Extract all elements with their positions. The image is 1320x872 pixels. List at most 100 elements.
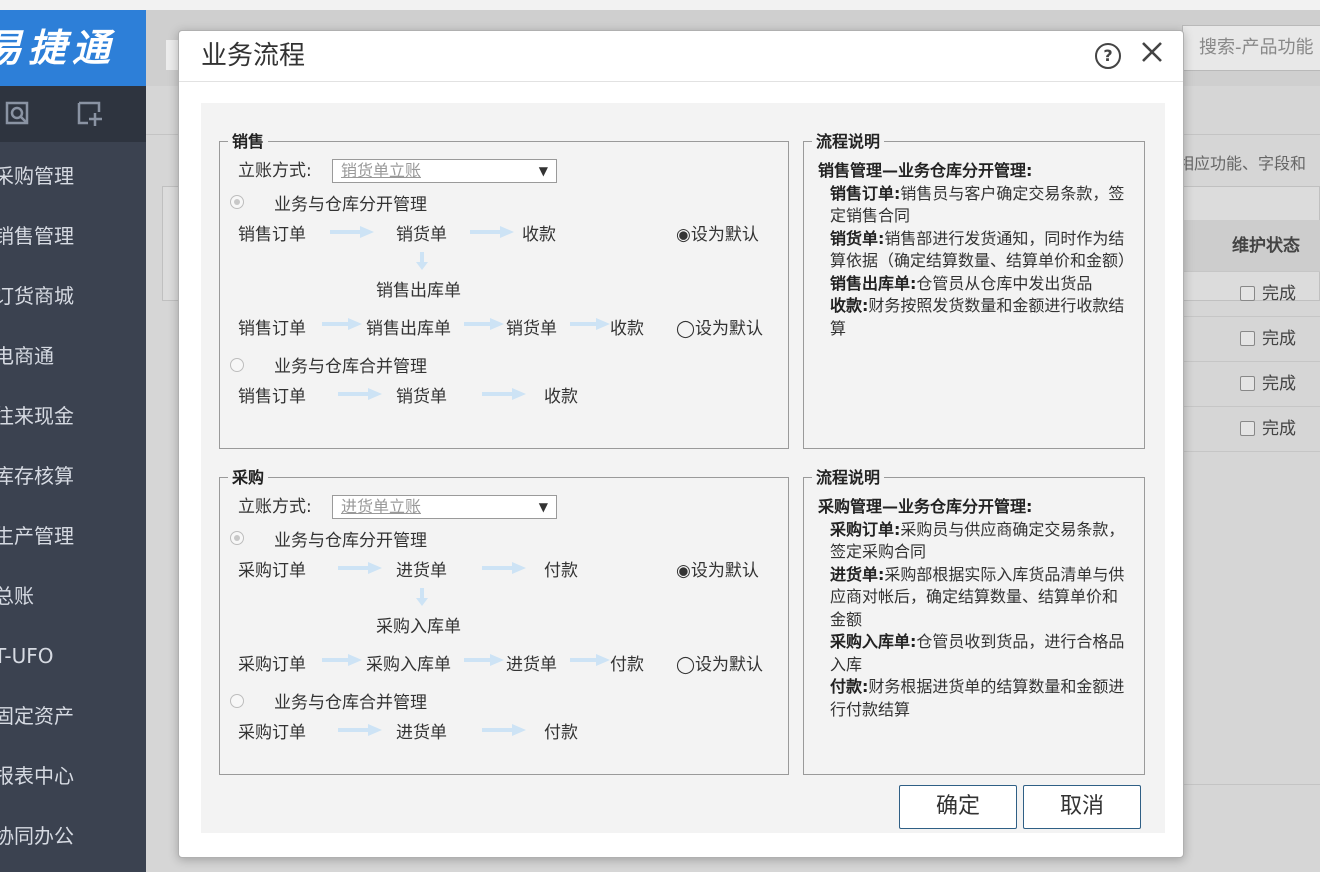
sidebar-item-purchase[interactable]: 采购管理 (0, 146, 146, 206)
title-divider (179, 81, 1183, 82)
search-input[interactable]: 搜索-产品功能 (1182, 25, 1320, 71)
flow-step: 付款 (544, 723, 578, 743)
flow-step: 销货单 (396, 225, 447, 245)
account-mode-label: 立账方式: (238, 497, 312, 517)
status-label: 完成 (1262, 374, 1296, 394)
sidebar-item-production[interactable]: 生产管理 (0, 506, 146, 566)
arrow-icon (570, 318, 610, 330)
add-window-icon[interactable] (76, 100, 104, 128)
account-mode-label: 立账方式: (238, 161, 312, 181)
flow-step: 销货单 (396, 387, 447, 407)
down-arrow-icon (416, 252, 428, 270)
table-header: 维护状态 (1178, 220, 1320, 272)
sidebar-item-ledger[interactable]: 总账 (0, 566, 146, 626)
table-row: 完成 (1178, 317, 1320, 362)
help-icon[interactable]: ? (1095, 43, 1121, 69)
flow-step: 销货单 (506, 319, 557, 339)
status-table: 维护状态 完成 完成 完成 完成 (1178, 220, 1320, 452)
sidebar-menu: 采购管理 销售管理 订货商城 电商通 往来现金 库存核算 生产管理 总账 T-U… (0, 146, 146, 866)
close-icon[interactable] (1137, 37, 1167, 67)
desc-item: 付款:财务根据进货单的结算数量和金额进行付款结算 (830, 677, 1125, 719)
table-row: 完成 (1178, 272, 1320, 317)
option-separate-radio[interactable] (230, 531, 244, 545)
purchase-account-mode-select[interactable]: 进货单立账 ▼ (332, 495, 557, 519)
table-row: 完成 (1178, 407, 1320, 452)
business-flow-dialog: 业务流程 ? 销售 立账方式: 销货单立账 ▼ 业务与仓库分开管理 销售订单 销… (178, 30, 1184, 858)
sidebar-item-order-mall[interactable]: 订货商城 (0, 266, 146, 326)
purchase-legend: 采购 (228, 468, 269, 488)
flow-step: 采购订单 (238, 655, 306, 675)
arrow-icon (464, 654, 504, 666)
flow-step: 收款 (610, 319, 644, 339)
dialog-body: 销售 立账方式: 销货单立账 ▼ 业务与仓库分开管理 销售订单 销货单 收款 ◉… (201, 103, 1165, 833)
flow-step: 销售出库单 (376, 281, 461, 301)
flow-step: 销售订单 (238, 225, 306, 245)
table-row: 完成 (1178, 362, 1320, 407)
arrow-icon (338, 388, 382, 400)
sales-account-mode-select[interactable]: 销货单立账 ▼ (332, 159, 557, 183)
sidebar-item-tufo[interactable]: T-UFO (0, 626, 146, 686)
flow-step: 采购订单 (238, 561, 306, 581)
option-merged-radio[interactable] (230, 358, 244, 372)
purchase-panel: 采购 立账方式: 进货单立账 ▼ 业务与仓库分开管理 采购订单 进货单 付款 ◉… (219, 468, 789, 775)
sales-description: 销售管理—业务仓库分开管理: 销售订单:销售员与客户确定交易条款，签定销售合同 … (818, 160, 1135, 340)
purchase-description-panel: 流程说明 采购管理—业务仓库分开管理: 采购订单:采购员与供应商确定交易条款，签… (803, 468, 1145, 775)
flow-step: 收款 (522, 225, 556, 245)
desc-item: 销售出库单:仓管员从仓库中发出货品 (830, 273, 1093, 293)
arrow-icon (482, 724, 526, 736)
status-checkbox[interactable] (1240, 331, 1255, 346)
arrow-icon (330, 226, 374, 238)
arrow-icon (338, 724, 382, 736)
desc-item: 采购订单:采购员与供应商确定交易条款，签定采购合同 (830, 519, 1125, 562)
option-merged-label: 业务与仓库合并管理 (274, 693, 427, 713)
set-default-radio-2[interactable]: ◯设为默认 (676, 654, 763, 676)
option-separate-label: 业务与仓库分开管理 (274, 195, 427, 215)
option-merged-radio[interactable] (230, 694, 244, 708)
sidebar-item-inventory[interactable]: 库存核算 (0, 446, 146, 506)
set-default-radio-1[interactable]: ◉设为默认 (676, 560, 759, 582)
status-checkbox[interactable] (1240, 376, 1255, 391)
sidebar-item-reports[interactable]: 报表中心 (0, 746, 146, 806)
arrow-icon (464, 318, 504, 330)
sales-legend: 销售 (228, 132, 269, 152)
arrow-icon (470, 226, 514, 238)
hint-text: 相应功能、字段和 (1178, 154, 1307, 173)
flow-step: 付款 (610, 655, 644, 675)
dialog-title: 业务流程 (201, 41, 306, 71)
sidebar-item-cash[interactable]: 往来现金 (0, 386, 146, 446)
desc-item: 销货单:销售部进行发货通知，同时作为结算依据（确定结算数量、结算单价和金额） (830, 228, 1135, 271)
set-default-radio-2[interactable]: ◯设为默认 (676, 318, 763, 340)
sidebar-item-fixed-assets[interactable]: 固定资产 (0, 686, 146, 746)
arrow-icon (322, 654, 362, 666)
search-window-icon[interactable] (4, 100, 32, 128)
cancel-button[interactable]: 取消 (1023, 785, 1141, 829)
desc-item: 采购入库单:仓管员收到货品，进行合格品入库 (830, 632, 1125, 674)
status-checkbox[interactable] (1240, 421, 1255, 436)
desc-item: 收款:财务按照发货数量和金额进行收款结算 (830, 296, 1125, 338)
tab-edge (166, 40, 178, 70)
flow-step: 销售订单 (238, 319, 306, 339)
sales-desc-legend: 流程说明 (812, 132, 885, 152)
status-checkbox[interactable] (1240, 286, 1255, 301)
sidebar-item-office[interactable]: 协同办公 (0, 806, 146, 866)
arrow-icon (570, 654, 610, 666)
divider (1182, 784, 1320, 785)
desc-item: 进货单:采购部根据实际入库货品清单与供应商对帐后，确定结算数量、结算单价和金额 (830, 564, 1125, 629)
desc-heading: 采购管理—业务仓库分开管理: (818, 497, 1033, 516)
dropdown-arrow-icon: ▼ (538, 164, 548, 178)
sidebar-item-ecommerce[interactable]: 电商通 (0, 326, 146, 386)
flow-step: 采购入库单 (366, 655, 451, 675)
status-label: 完成 (1262, 284, 1296, 304)
arrow-icon (482, 388, 526, 400)
sidebar-item-sales[interactable]: 销售管理 (0, 206, 146, 266)
confirm-button[interactable]: 确定 (899, 785, 1017, 829)
set-default-radio-1[interactable]: ◉设为默认 (676, 224, 759, 246)
desc-item: 销售订单:销售员与客户确定交易条款，签定销售合同 (830, 183, 1125, 226)
option-separate-radio[interactable] (230, 195, 244, 209)
arrow-icon (322, 318, 362, 330)
flow-step: 付款 (544, 561, 578, 581)
flow-step: 进货单 (396, 561, 447, 581)
sidebar: 易捷通 采购管理 销售管理 订货商城 电商通 往来现金 库存核算 生产管理 总账… (0, 10, 146, 872)
sidebar-toolbar (0, 86, 146, 142)
sales-description-panel: 流程说明 销售管理—业务仓库分开管理: 销售订单:销售员与客户确定交易条款，签定… (803, 132, 1145, 449)
